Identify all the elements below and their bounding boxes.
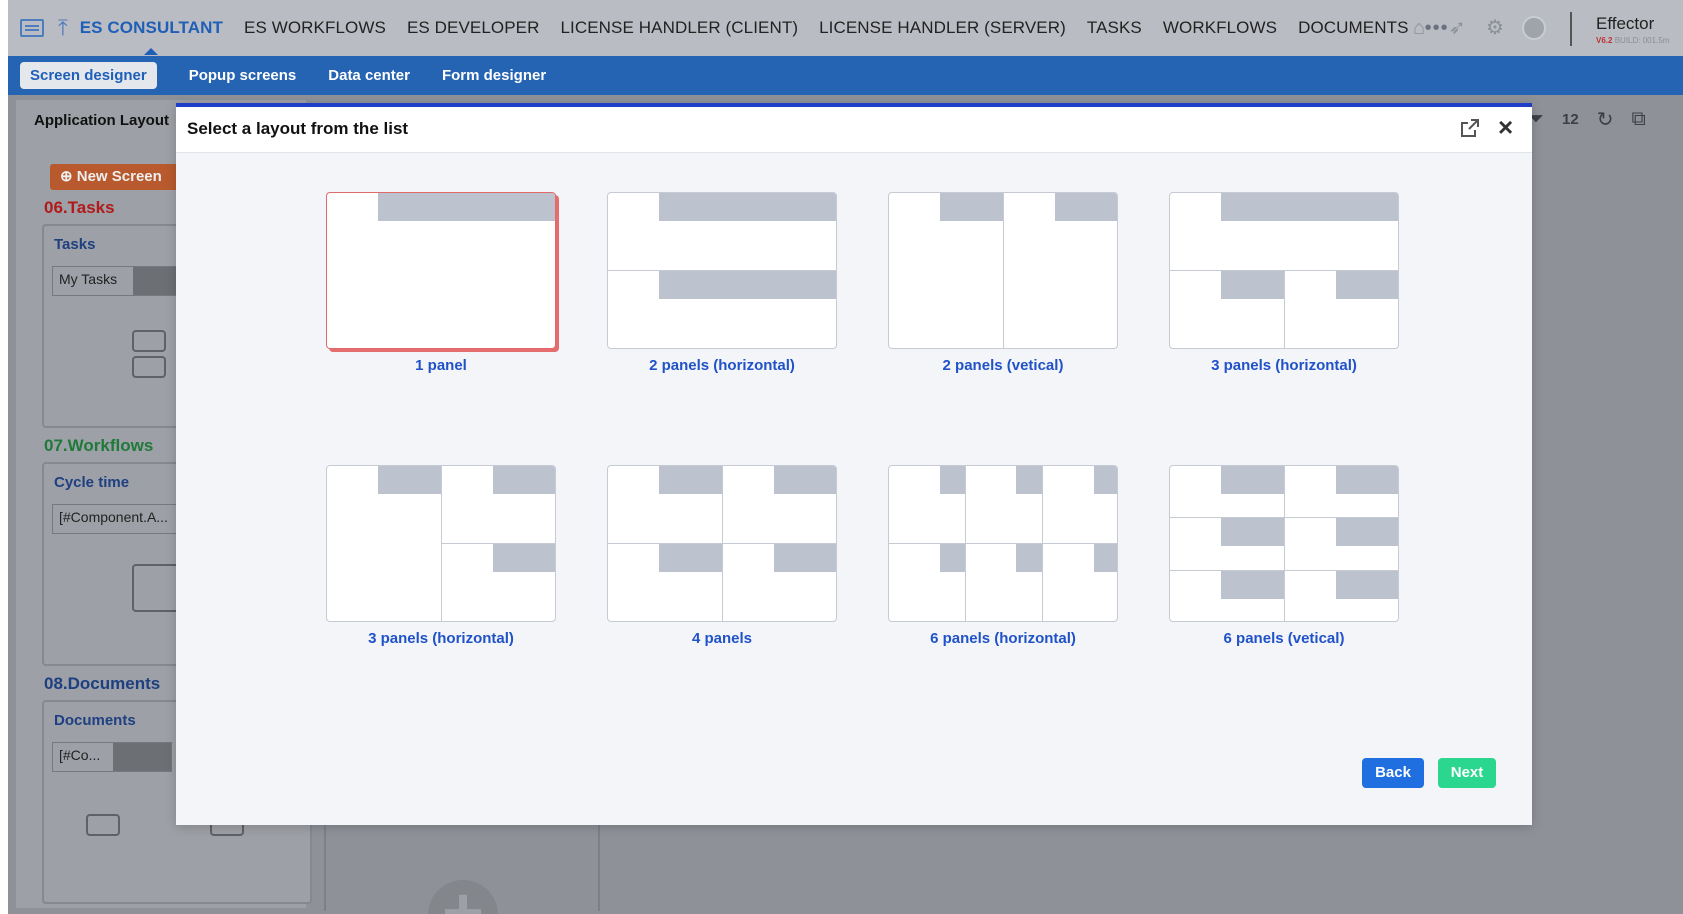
back-button[interactable]: Back [1362, 758, 1424, 788]
layout-thumbnail [326, 192, 556, 349]
close-icon[interactable]: × [1498, 113, 1513, 141]
section-heading-tasks: 06.Tasks [44, 198, 115, 217]
brand: Effector V6.2 BUILD: 001.5m [1596, 14, 1669, 45]
layout-option-2-panels-horizontal[interactable]: 2 panels (horizontal) [607, 192, 837, 374]
layout-thumbnail [607, 192, 837, 349]
layout-option-3-panels-horizontal-alt[interactable]: 3 panels (horizontal) [326, 465, 556, 647]
new-screen-button[interactable]: ⊕ New Screen [50, 164, 190, 190]
open-external-icon[interactable]: ⧉ [1631, 108, 1645, 131]
nav-item-es-workflows[interactable]: ES WORKFLOWS [244, 18, 386, 38]
contact-card-icon [86, 814, 120, 836]
layout-label: 4 panels [691, 630, 753, 647]
card-field: My Tasks [52, 266, 192, 296]
menu-icon[interactable] [20, 19, 44, 37]
layout-thumbnail [326, 465, 556, 622]
brand-version: V6.2 BUILD: 001.5m [1596, 36, 1670, 45]
tab-form-designer[interactable]: Form designer [442, 67, 546, 84]
contact-card-icon [132, 356, 166, 378]
tab-screen-designer[interactable]: Screen designer [20, 62, 157, 89]
nav-item-tasks[interactable]: TASKS [1087, 18, 1142, 38]
card-field: [#Co... [52, 742, 172, 772]
layout-thumbnail [607, 465, 837, 622]
divider [1570, 12, 1572, 46]
nav-item-license-handler-server[interactable]: LICENSE HANDLER (SERVER) [819, 18, 1066, 38]
nav-item-workflows[interactable]: WORKFLOWS [1163, 18, 1277, 38]
toolbar-icons: ⌂ ➶ ⚙ [1408, 16, 1546, 40]
avatar[interactable] [1522, 16, 1546, 40]
next-button[interactable]: Next [1438, 758, 1496, 788]
workspace-toolbar: ⏷ 12 ↻ ⧉ [1528, 107, 1646, 132]
table-icon [132, 564, 180, 612]
nav-item-documents[interactable]: DOCUMENTS [1298, 18, 1408, 38]
layout-label: 1 panel [415, 357, 467, 374]
layout-option-2-panels-vertical[interactable]: 2 panels (vetical) [888, 192, 1118, 374]
layout-label: 3 panels (horizontal) [368, 630, 514, 647]
layout-thumbnail [1169, 192, 1399, 349]
contact-card-icon [132, 330, 166, 352]
layout-option-6-panels-vertical[interactable]: 6 panels (vetical) [1169, 465, 1399, 647]
layout-thumbnail [888, 465, 1118, 622]
dialog-header: Select a layout from the list × [176, 107, 1532, 153]
layout-label: 2 panels (vetical) [942, 357, 1064, 374]
layout-thumbnail [1169, 465, 1399, 622]
sub-navigation-bar: Screen designer Popup screens Data cente… [8, 56, 1683, 95]
nav-item-es-consultant[interactable]: ES CONSULTANT [80, 18, 223, 55]
section-heading-documents: 08.Documents [44, 674, 161, 693]
layout-option-3-panels-horizontal[interactable]: 3 panels (horizontal) [1169, 192, 1399, 374]
card-title: Cycle time [54, 474, 130, 491]
layout-thumbnail [888, 192, 1118, 349]
layout-option-6-panels-horizontal[interactable]: 6 panels (horizontal) [888, 465, 1118, 647]
top-navigation-bar: ⤒ ES CONSULTANT ES WORKFLOWS ES DEVELOPE… [8, 0, 1683, 56]
page-size[interactable]: 12 [1562, 111, 1579, 128]
tab-popup-screens[interactable]: Popup screens [189, 67, 297, 84]
card-field: [#Component.A... [52, 504, 192, 534]
layout-option-1-panel[interactable]: 1 panel [326, 192, 556, 374]
pin-icon[interactable]: ⤒ [58, 17, 68, 39]
nav-item-license-handler-client[interactable]: LICENSE HANDLER (CLIENT) [560, 18, 798, 38]
layout-option-4-panels[interactable]: 4 panels [607, 465, 837, 647]
gear-icon[interactable]: ⚙ [1484, 17, 1506, 39]
layout-label: 2 panels (horizontal) [649, 357, 795, 374]
select-layout-dialog: Select a layout from the list × 1 panel … [176, 103, 1532, 825]
application-layout-tab[interactable]: Application Layout [34, 112, 169, 129]
layout-label: 6 panels (horizontal) [930, 630, 1076, 647]
open-external-icon[interactable] [1459, 117, 1481, 139]
refresh-icon[interactable]: ↻ [1597, 107, 1614, 132]
layout-label: 3 panels (horizontal) [1211, 357, 1357, 374]
layout-label: 6 panels (vetical) [1223, 630, 1345, 647]
card-title: Tasks [54, 236, 96, 253]
home-icon[interactable]: ⌂ [1408, 17, 1430, 39]
rocket-icon[interactable]: ➶ [1446, 17, 1468, 39]
card-title: Documents [54, 712, 136, 729]
dialog-title: Select a layout from the list [187, 119, 409, 138]
brand-name: Effector [1596, 14, 1655, 33]
nav-item-es-developer[interactable]: ES DEVELOPER [407, 18, 540, 38]
section-heading-workflows: 07.Workflows [44, 436, 154, 455]
tab-data-center[interactable]: Data center [328, 67, 410, 84]
